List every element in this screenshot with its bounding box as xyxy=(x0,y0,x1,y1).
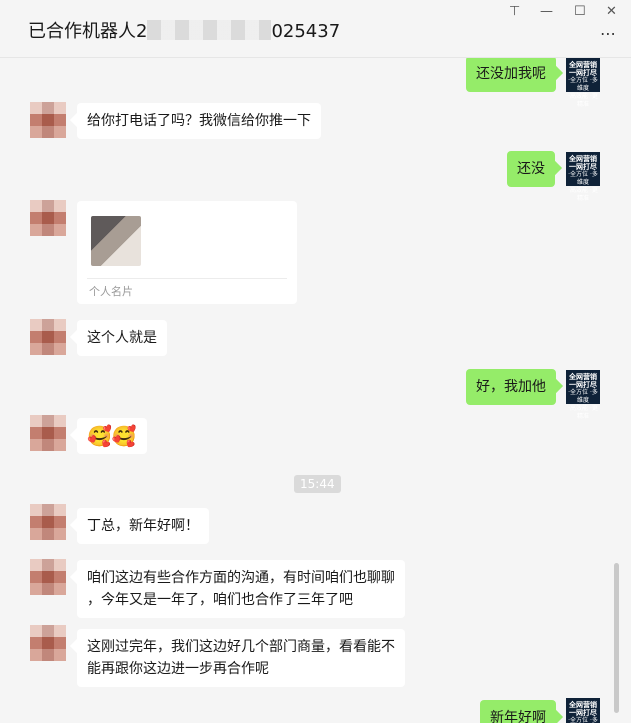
message-bubble-left[interactable]: 丁总，新年好啊！ xyxy=(77,508,209,544)
more-options-icon[interactable]: ⋯ xyxy=(600,24,617,43)
chat-title: 已合作机器人2 025437 xyxy=(28,17,340,43)
message-bubble-left[interactable]: 这刚过完年，我们这边好几个部门商量，看看能不 能再跟你这边进一步再合作呢 xyxy=(77,629,405,687)
self-avatar-line1: 全网营销 xyxy=(569,61,597,69)
self-avatar-line2: 一网打尽 xyxy=(569,709,597,717)
self-avatar[interactable]: 全网营销 一网打尽 ·全方位 ·多维度 ·高效能 ·更精准 xyxy=(566,152,600,202)
title-bar: 已合作机器人2 025437 ⊤ — ☐ ✕ ⋯ xyxy=(0,0,631,58)
self-avatar-line3: ·全方位 ·多维度 xyxy=(568,77,598,92)
contact-avatar[interactable] xyxy=(30,102,66,138)
self-avatar-line3: ·全方位 ·多维度 xyxy=(568,171,598,186)
message-timestamp: 15:44 xyxy=(294,475,341,493)
self-avatar[interactable]: 全网营销 一网打尽 ·全方位 ·多维度 ·高效能 ·更精准 xyxy=(566,698,600,723)
self-avatar-line4: ·高效能 ·更精准 xyxy=(568,405,598,420)
message-bubble-right[interactable]: 好，我加他 xyxy=(466,369,556,405)
contact-avatar[interactable] xyxy=(30,319,66,355)
message-bubble-left[interactable]: 这个人就是 xyxy=(77,320,167,356)
contact-card-photo xyxy=(91,216,141,266)
self-avatar-line2: 一网打尽 xyxy=(569,69,597,77)
self-avatar[interactable]: 全网营销 一网打尽 ·全方位 ·多维度 ·高效能 ·更精准 xyxy=(566,58,600,108)
self-avatar-line3: ·全方位 ·多维度 xyxy=(568,389,598,404)
chat-title-prefix: 已合作机器人2 xyxy=(28,21,148,42)
chat-scrollbar[interactable] xyxy=(614,563,619,713)
contact-avatar[interactable] xyxy=(30,504,66,540)
contact-avatar[interactable] xyxy=(30,559,66,595)
self-avatar-line1: 全网营销 xyxy=(569,155,597,163)
self-avatar-line2: 一网打尽 xyxy=(569,163,597,171)
self-avatar-line4: ·高效能 ·更精准 xyxy=(568,187,598,202)
maximize-button[interactable]: ☐ xyxy=(574,4,586,19)
self-avatar-line4: ·高效能 ·更精准 xyxy=(568,93,598,108)
message-bubble-right[interactable]: 还没 xyxy=(507,151,555,187)
message-bubble-left[interactable]: 咱们这边有些合作方面的沟通，有时间咱们也聊聊 ，今年又是一年了，咱们也合作了三年… xyxy=(77,560,405,618)
emoji-message[interactable]: 🥰🥰 xyxy=(77,418,147,454)
self-avatar-line3: ·全方位 ·多维度 xyxy=(568,717,598,723)
close-button[interactable]: ✕ xyxy=(606,4,617,19)
self-avatar-line2: 一网打尽 xyxy=(569,381,597,389)
chat-title-suffix: 025437 xyxy=(271,21,341,42)
pin-icon[interactable]: ⊤ xyxy=(509,4,520,19)
contact-avatar[interactable] xyxy=(30,625,66,661)
message-bubble-right[interactable]: 还没加我呢 xyxy=(466,58,556,92)
contact-avatar[interactable] xyxy=(30,415,66,451)
self-avatar[interactable]: 全网营销 一网打尽 ·全方位 ·多维度 ·高效能 ·更精准 xyxy=(566,370,600,420)
message-bubble-left[interactable]: 给你打电话了吗？我微信给你推一下 xyxy=(77,103,321,139)
message-bubble-right[interactable]: 新年好啊 xyxy=(480,700,556,723)
minimize-button[interactable]: — xyxy=(540,4,553,19)
self-avatar-line1: 全网营销 xyxy=(569,701,597,709)
contact-card-divider xyxy=(87,278,287,279)
contact-card-label: 个人名片 xyxy=(89,285,133,298)
self-avatar-line1: 全网营销 xyxy=(569,373,597,381)
contact-avatar[interactable] xyxy=(30,200,66,236)
contact-card-message[interactable]: 个人名片 xyxy=(77,201,297,304)
redacted-id-mask xyxy=(147,20,272,40)
chat-message-area[interactable]: 全网营销 一网打尽 ·全方位 ·多维度 ·高效能 ·更精准 还没加我呢 给你打电… xyxy=(0,58,621,723)
